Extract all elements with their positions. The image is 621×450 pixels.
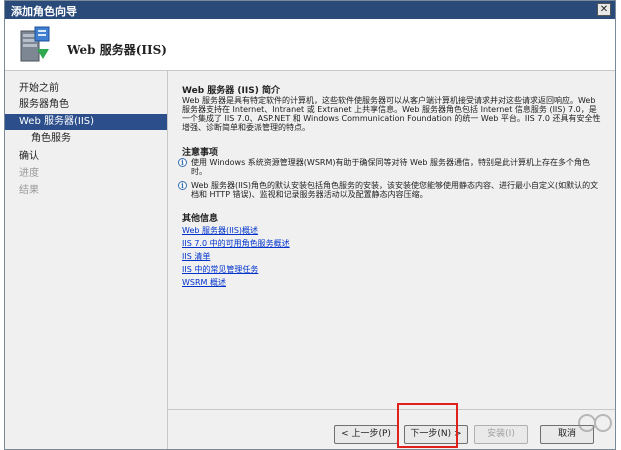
add-roles-wizard-window: 添加角色向导 ✕ Web 服务器(IIS) 开始之前 服务器角色 Web 服务器… (4, 0, 616, 450)
watermark-logo (578, 414, 612, 432)
nav-item-confirmation[interactable]: 确认 (5, 149, 167, 165)
wizard-footer: < 上一步(P) 下一步(N) > 安装(I) 取消 (168, 409, 615, 449)
link-iis-checklist[interactable]: IIS 清单 (182, 252, 210, 262)
more-info-heading: 其他信息 (182, 214, 219, 224)
server-roles-icon (20, 26, 50, 62)
wizard-nav: 开始之前 服务器角色 Web 服务器(IIS) 角色服务 确认 进度 结果 (5, 71, 168, 449)
nav-item-results: 结果 (19, 185, 39, 196)
install-button: 安装(I) (474, 425, 528, 444)
link-wsrm-overview[interactable]: WSRM 概述 (182, 278, 226, 288)
link-iis7-role-services[interactable]: IIS 7.0 中的可用角色服务概述 (182, 239, 290, 249)
close-icon: ✕ (599, 4, 609, 15)
wizard-header: Web 服务器(IIS) (5, 19, 615, 71)
info-icon: i (178, 181, 187, 190)
nav-item-role-services[interactable]: 角色服务 (5, 131, 167, 147)
nav-item-server-roles[interactable]: 服务器角色 (5, 97, 167, 113)
nav-item-web-server-iis[interactable]: Web 服务器(IIS) (5, 114, 167, 130)
wizard-content: Web 服务器 (IIS) 简介 Web 服务器是具有特定软件的计算机，这些软件… (168, 71, 615, 410)
nav-item-before-you-begin[interactable]: 开始之前 (5, 81, 167, 97)
link-iis-common-tasks[interactable]: IIS 中的常见管理任务 (182, 265, 258, 275)
notes-heading: 注意事项 (182, 148, 219, 158)
info-icon: i (178, 158, 187, 167)
intro-heading: Web 服务器 (IIS) 简介 (182, 86, 280, 96)
link-web-server-overview[interactable]: Web 服务器(IIS)概述 (182, 226, 258, 236)
next-button-highlight (397, 403, 458, 448)
close-button[interactable]: ✕ (597, 3, 611, 16)
previous-button[interactable]: < 上一步(P) (334, 425, 398, 444)
window-title: 添加角色向导 (11, 5, 77, 18)
title-bar[interactable]: 添加角色向导 ✕ (5, 1, 615, 19)
page-title: Web 服务器(IIS) (67, 43, 167, 57)
intro-text: Web 服务器是具有特定软件的计算机，这些软件使服务器可以从客户端计算机接受请求… (182, 96, 601, 132)
nav-item-progress: 进度 (19, 168, 39, 179)
